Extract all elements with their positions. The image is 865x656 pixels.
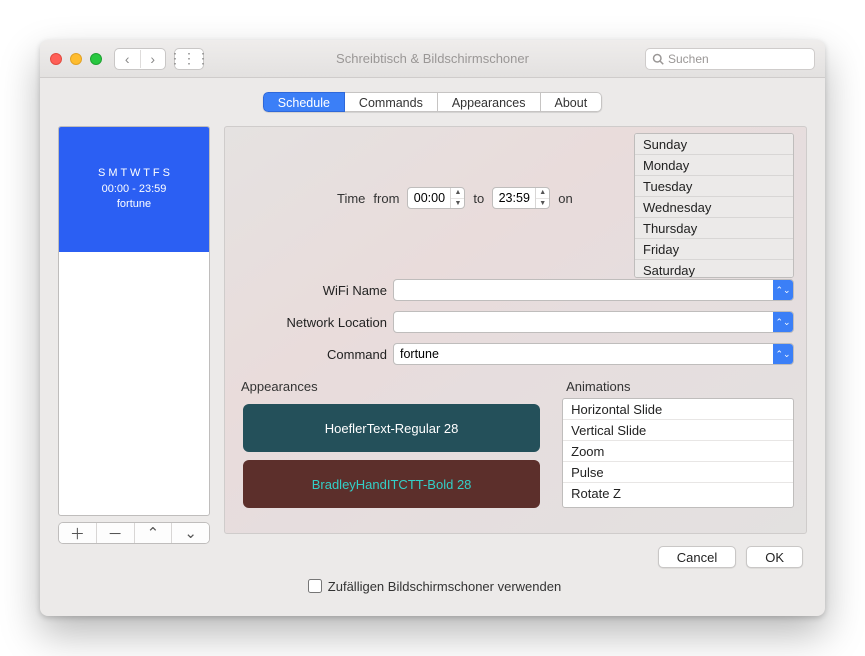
day-thursday[interactable]: Thursday bbox=[635, 218, 793, 239]
day-friday[interactable]: Friday bbox=[635, 239, 793, 260]
wifi-combo[interactable]: ⌃⌄ bbox=[393, 279, 794, 301]
nav-back-forward: ‹ › bbox=[114, 48, 166, 70]
animation-item-3[interactable]: Zoom bbox=[563, 441, 793, 462]
dialog-buttons: Cancel OK bbox=[224, 534, 807, 568]
schedule-panel: Sunday Monday Tuesday Wednesday Thursday… bbox=[224, 126, 807, 534]
appearances-list[interactable]: HoeflerText-Regular 28 BradleyHandITCTT-… bbox=[237, 398, 546, 522]
titlebar: ‹ › ⋮⋮⋮ Schreibtisch & Bildschirmschoner… bbox=[40, 40, 825, 78]
random-checkbox-label: Zufälligen Bildschirmschoner verwenden bbox=[328, 579, 561, 594]
move-up-button[interactable]: ⌃ bbox=[134, 523, 172, 543]
day-wednesday[interactable]: Wednesday bbox=[635, 197, 793, 218]
show-all-button[interactable]: ⋮⋮⋮ bbox=[174, 48, 204, 70]
wifi-label: WiFi Name bbox=[237, 283, 387, 298]
time-from-down-icon[interactable]: ▼ bbox=[451, 199, 464, 209]
animation-item-4[interactable]: Pulse bbox=[563, 462, 793, 483]
time-to-input[interactable] bbox=[493, 190, 535, 206]
animation-item-1[interactable]: Horizontal Slide bbox=[563, 399, 793, 420]
time-to-field[interactable]: ▲ ▼ bbox=[492, 187, 550, 209]
time-to-up-icon[interactable]: ▲ bbox=[536, 188, 549, 199]
appearance-item-2[interactable]: BradleyHandITCTT-Bold 28 bbox=[243, 460, 540, 508]
right-column: Sunday Monday Tuesday Wednesday Thursday… bbox=[224, 126, 807, 568]
tabbar: Schedule Commands Appearances About bbox=[58, 92, 807, 112]
appearances-column: Appearances HoeflerText-Regular 28 Bradl… bbox=[237, 379, 546, 522]
remove-button[interactable]: － bbox=[96, 523, 134, 543]
animations-list[interactable]: Horizontal Slide Vertical Slide Zoom Pul… bbox=[562, 398, 794, 508]
left-column: S M T W T F S 00:00 - 23:59 fortune ＋ － … bbox=[58, 126, 210, 568]
window-controls bbox=[50, 53, 102, 65]
preview-command: fortune bbox=[117, 197, 151, 213]
schedule-preview[interactable]: S M T W T F S 00:00 - 23:59 fortune bbox=[58, 126, 210, 516]
animations-column: Animations Horizontal Slide Vertical Sli… bbox=[562, 379, 794, 522]
close-icon[interactable] bbox=[50, 53, 62, 65]
tab-schedule[interactable]: Schedule bbox=[263, 92, 345, 112]
command-input[interactable] bbox=[394, 344, 773, 364]
time-label: Time bbox=[337, 191, 365, 206]
day-list[interactable]: Sunday Monday Tuesday Wednesday Thursday… bbox=[634, 133, 794, 278]
tab-appearances[interactable]: Appearances bbox=[438, 92, 541, 112]
nav-forward-button[interactable]: › bbox=[141, 50, 166, 68]
day-saturday[interactable]: Saturday bbox=[635, 260, 793, 278]
list-action-buttons: ＋ － ⌃ ⌄ bbox=[58, 522, 210, 544]
netloc-combo[interactable]: ⌃⌄ bbox=[393, 311, 794, 333]
move-down-button[interactable]: ⌄ bbox=[171, 523, 209, 543]
time-from-label: from bbox=[373, 191, 399, 206]
ok-button[interactable]: OK bbox=[746, 546, 803, 568]
search-icon bbox=[652, 53, 664, 65]
time-on-label: on bbox=[558, 191, 572, 206]
tab-about[interactable]: About bbox=[541, 92, 603, 112]
time-from-up-icon[interactable]: ▲ bbox=[451, 188, 464, 199]
appearance-item-1[interactable]: HoeflerText-Regular 28 bbox=[243, 404, 540, 452]
preview-time: 00:00 - 23:59 bbox=[102, 182, 167, 198]
time-from-input[interactable] bbox=[408, 190, 450, 206]
search-placeholder: Suchen bbox=[668, 52, 709, 66]
day-monday[interactable]: Monday bbox=[635, 155, 793, 176]
cancel-button[interactable]: Cancel bbox=[658, 546, 736, 568]
preferences-window: ‹ › ⋮⋮⋮ Schreibtisch & Bildschirmschoner… bbox=[40, 40, 825, 616]
time-to-down-icon[interactable]: ▼ bbox=[536, 199, 549, 209]
preview-days: S M T W T F S bbox=[98, 166, 170, 182]
add-button[interactable]: ＋ bbox=[59, 523, 96, 543]
animation-item-5[interactable]: Rotate Z bbox=[563, 483, 793, 503]
zoom-icon[interactable] bbox=[90, 53, 102, 65]
nav-back-button[interactable]: ‹ bbox=[115, 50, 141, 68]
netloc-dropdown-icon[interactable]: ⌃⌄ bbox=[773, 312, 793, 332]
wifi-input[interactable] bbox=[394, 280, 773, 300]
schedule-preview-content: S M T W T F S 00:00 - 23:59 fortune bbox=[59, 127, 209, 252]
tab-commands[interactable]: Commands bbox=[345, 92, 438, 112]
netloc-label: Network Location bbox=[237, 315, 387, 330]
body: Schedule Commands Appearances About S M … bbox=[40, 78, 825, 616]
day-sunday[interactable]: Sunday bbox=[635, 134, 793, 155]
command-combo[interactable]: ⌃⌄ bbox=[393, 343, 794, 365]
netloc-input[interactable] bbox=[394, 312, 773, 332]
time-to-label: to bbox=[473, 191, 484, 206]
random-checkbox-row: Zufälligen Bildschirmschoner verwenden bbox=[58, 576, 807, 596]
command-dropdown-icon[interactable]: ⌃⌄ bbox=[773, 344, 793, 364]
animations-header: Animations bbox=[566, 379, 794, 394]
day-tuesday[interactable]: Tuesday bbox=[635, 176, 793, 197]
animation-item-2[interactable]: Vertical Slide bbox=[563, 420, 793, 441]
wifi-dropdown-icon[interactable]: ⌃⌄ bbox=[773, 280, 793, 300]
random-checkbox[interactable] bbox=[308, 579, 322, 593]
search-field[interactable]: Suchen bbox=[645, 48, 815, 70]
command-label: Command bbox=[237, 347, 387, 362]
time-from-field[interactable]: ▲ ▼ bbox=[407, 187, 465, 209]
appearances-header: Appearances bbox=[241, 379, 546, 394]
minimize-icon[interactable] bbox=[70, 53, 82, 65]
